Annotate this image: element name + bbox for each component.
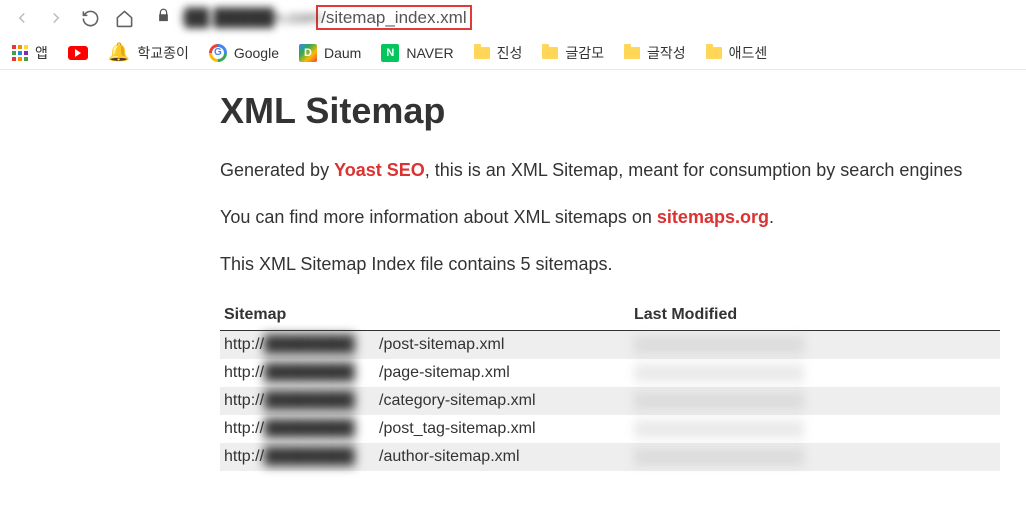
bookmark-folder-geulgammo[interactable]: 글감모: [542, 43, 604, 63]
bookmarks-bar: 앱 🔔 학교종이 Google D Daum N NAVER 진성 글감모 글작…: [0, 36, 1026, 69]
bookmark-label: 애드센: [729, 43, 768, 63]
folder-icon: [474, 47, 490, 59]
home-button[interactable]: [114, 8, 134, 28]
bookmark-folder-adsense[interactable]: 애드센: [706, 43, 768, 63]
bookmark-schoolbell[interactable]: 🔔 학교종이: [108, 42, 189, 63]
last-modified: [630, 415, 1000, 443]
bookmark-google[interactable]: Google: [209, 44, 279, 62]
sitemap-url[interactable]: http://████████/page-sitemap.xml: [220, 359, 630, 387]
page-content: XML Sitemap Generated by Yoast SEO, this…: [0, 70, 1026, 471]
last-modified: [630, 359, 1000, 387]
page-title: XML Sitemap: [220, 90, 1026, 132]
bookmark-folder-geuljakseong[interactable]: 글작성: [624, 43, 686, 63]
last-modified: [630, 443, 1000, 471]
bookmark-label: Google: [234, 45, 279, 61]
apps-grid-icon: [12, 45, 28, 61]
lock-icon: [156, 8, 171, 28]
table-header-row: Sitemap Last Modified: [220, 300, 1000, 331]
folder-icon: [624, 47, 640, 59]
bookmark-daum[interactable]: D Daum: [299, 44, 361, 62]
bookmark-youtube[interactable]: [68, 46, 88, 60]
sitemap-url[interactable]: http://████████/category-sitemap.xml: [220, 387, 630, 415]
bookmark-label: 진성: [497, 43, 523, 63]
header-modified: Last Modified: [630, 300, 1000, 331]
sitemap-count-text: This XML Sitemap Index file contains 5 s…: [220, 252, 1026, 277]
bookmark-label: Daum: [324, 45, 361, 61]
bookmark-label: 학교종이: [137, 43, 189, 63]
youtube-icon: [68, 46, 88, 60]
apps-button[interactable]: 앱: [12, 43, 48, 63]
more-info-text: You can find more information about XML …: [220, 205, 1026, 230]
forward-button[interactable]: [46, 8, 66, 28]
table-row: http://████████/post-sitemap.xml: [220, 330, 1000, 359]
sitemap-table: Sitemap Last Modified http://████████/po…: [220, 300, 1000, 471]
address-bar[interactable]: i██.█████n.com/sitemap_index.xml: [148, 8, 1014, 28]
bell-icon: 🔔: [108, 42, 130, 63]
yoast-seo-link[interactable]: Yoast SEO: [334, 160, 425, 180]
daum-icon: D: [299, 44, 317, 62]
google-icon: [209, 44, 227, 62]
apps-label: 앱: [35, 43, 48, 63]
bookmark-label: 글감모: [565, 43, 604, 63]
url-text: i██.█████n.com/sitemap_index.xml: [181, 8, 472, 28]
sitemap-url[interactable]: http://████████/post_tag-sitemap.xml: [220, 415, 630, 443]
last-modified: [630, 387, 1000, 415]
browser-toolbar: i██.█████n.com/sitemap_index.xml: [0, 0, 1026, 36]
bookmark-label: 글작성: [647, 43, 686, 63]
bookmark-naver[interactable]: N NAVER: [381, 44, 453, 62]
bookmark-folder-jinseong[interactable]: 진성: [474, 43, 523, 63]
sitemap-url[interactable]: http://████████/author-sitemap.xml: [220, 443, 630, 471]
reload-button[interactable]: [80, 8, 100, 28]
bookmark-label: NAVER: [406, 45, 453, 61]
table-row: http://████████/post_tag-sitemap.xml: [220, 415, 1000, 443]
folder-icon: [542, 47, 558, 59]
sitemaps-org-link[interactable]: sitemaps.org: [657, 207, 769, 227]
table-row: http://████████/author-sitemap.xml: [220, 443, 1000, 471]
url-path-highlighted: /sitemap_index.xml: [316, 5, 472, 30]
last-modified: [630, 330, 1000, 359]
sitemap-url[interactable]: http://████████/post-sitemap.xml: [220, 330, 630, 359]
table-row: http://████████/page-sitemap.xml: [220, 359, 1000, 387]
header-sitemap: Sitemap: [220, 300, 630, 331]
folder-icon: [706, 47, 722, 59]
generated-by-text: Generated by Yoast SEO, this is an XML S…: [220, 158, 1026, 183]
naver-icon: N: [381, 44, 399, 62]
back-button[interactable]: [12, 8, 32, 28]
table-row: http://████████/category-sitemap.xml: [220, 387, 1000, 415]
